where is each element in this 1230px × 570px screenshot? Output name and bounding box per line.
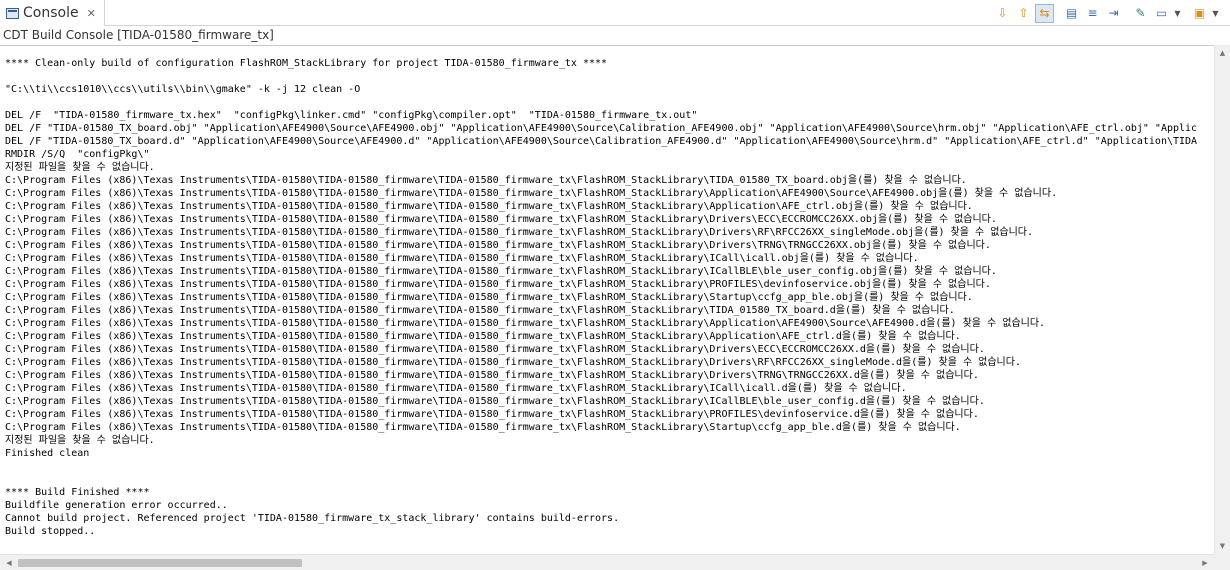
console-line: 지정된 파일을 찾을 수 없습니다. [5, 435, 155, 446]
link-with-editor-icon[interactable]: ⇆ [1035, 3, 1054, 23]
console-line: Build stopped.. [5, 526, 96, 537]
console-toolbar: ⇩ ⇧ ⇆ ▤ ≡ ⇥ ✎ ▭ ▼ ▣ ▼ [993, 2, 1220, 24]
console-line: C:\Program Files (x86)\Texas Instruments… [5, 227, 1034, 238]
open-console-icon[interactable]: ▣ [1190, 4, 1209, 23]
tab-title: Console [23, 5, 79, 21]
open-console-dropdown-icon[interactable]: ▼ [1211, 9, 1220, 18]
scroll-right-icon[interactable]: ▶ [1198, 555, 1212, 570]
scroll-left-icon[interactable]: ◀ [2, 555, 16, 570]
next-error-icon[interactable]: ⇩ [993, 4, 1012, 23]
console-line: RMDIR /S/Q "configPkg\" [5, 149, 150, 160]
horizontal-scroll-thumb[interactable] [18, 559, 302, 567]
console-line: C:\Program Files (x86)\Texas Instruments… [5, 201, 973, 212]
console-line: C:\Program Files (x86)\Texas Instruments… [5, 279, 991, 290]
console-line: DEL /F "TIDA-01580_TX_board.d" "Applicat… [5, 136, 1198, 147]
console-icon [6, 7, 19, 19]
console-line: C:\Program Files (x86)\Texas Instruments… [5, 357, 1021, 368]
console-line: C:\Program Files (x86)\Texas Instruments… [5, 344, 985, 355]
console-line: C:\Program Files (x86)\Texas Instruments… [5, 383, 907, 394]
tab-console[interactable]: Console ✕ [0, 0, 105, 26]
pin-console-icon[interactable]: ✎ [1131, 4, 1150, 23]
previous-error-icon[interactable]: ⇧ [1014, 4, 1033, 23]
console-line: C:\Program Files (x86)\Texas Instruments… [5, 175, 967, 186]
console-line: C:\Program Files (x86)\Texas Instruments… [5, 370, 979, 381]
console-line: C:\Program Files (x86)\Texas Instruments… [5, 331, 961, 342]
display-selected-console-icon[interactable]: ▭ [1152, 4, 1171, 23]
console-line: C:\Program Files (x86)\Texas Instruments… [5, 318, 1046, 329]
console-line: 지정된 파일을 찾을 수 없습니다. [5, 162, 155, 173]
console-line: Buildfile generation error occurred.. [5, 500, 228, 511]
console-line: C:\Program Files (x86)\Texas Instruments… [5, 214, 997, 225]
console-line: C:\Program Files (x86)\Texas Instruments… [5, 266, 997, 277]
console-line: C:\Program Files (x86)\Texas Instruments… [5, 409, 979, 420]
console-line: C:\Program Files (x86)\Texas Instruments… [5, 396, 985, 407]
console-line: C:\Program Files (x86)\Texas Instruments… [5, 422, 961, 433]
console-name: CDT Build Console [TIDA-01580_firmware_t… [3, 28, 274, 42]
scroll-down-icon[interactable]: ▼ [1215, 540, 1230, 552]
console-line: C:\Program Files (x86)\Texas Instruments… [5, 305, 955, 316]
console-line: DEL /F "TIDA-01580_TX_board.obj" "Applic… [5, 123, 1198, 134]
console-text[interactable]: **** Clean-only build of configuration F… [5, 57, 1197, 538]
vertical-scrollbar[interactable]: ▲ ▼ [1214, 45, 1230, 554]
display-selected-console-dropdown-icon[interactable]: ▼ [1173, 9, 1182, 18]
close-icon[interactable]: ✕ [87, 7, 96, 20]
clear-console-icon[interactable]: ▤ [1062, 4, 1081, 23]
console-view-header: Console ✕ ⇩ ⇧ ⇆ ▤ ≡ ⇥ ✎ ▭ ▼ ▣ ▼ [0, 0, 1230, 26]
console-line: C:\Program Files (x86)\Texas Instruments… [5, 188, 1058, 199]
horizontal-scrollbar[interactable]: ◀ ▶ [0, 554, 1230, 570]
word-wrap-icon[interactable]: ⇥ [1104, 4, 1123, 23]
scroll-up-icon[interactable]: ▲ [1215, 47, 1230, 59]
console-output[interactable]: **** Clean-only build of configuration F… [0, 45, 1214, 554]
console-line: C:\Program Files (x86)\Texas Instruments… [5, 240, 991, 251]
console-line: **** Clean-only build of configuration F… [5, 58, 608, 69]
console-line: DEL /F "TIDA-01580_firmware_tx.hex" "con… [5, 110, 698, 121]
console-line: Cannot build project. Referenced project… [5, 513, 620, 524]
console-line: "C:\\ti\\ccs1010\\ccs\\utils\\bin\\gmake… [5, 84, 361, 95]
console-line: Finished clean [5, 448, 90, 459]
scroll-lock-icon[interactable]: ≡ [1083, 4, 1102, 23]
console-line: C:\Program Files (x86)\Texas Instruments… [5, 292, 973, 303]
console-line: **** Build Finished **** [5, 487, 150, 498]
scrollbar-corner [1214, 554, 1230, 570]
console-line: C:\Program Files (x86)\Texas Instruments… [5, 253, 919, 264]
